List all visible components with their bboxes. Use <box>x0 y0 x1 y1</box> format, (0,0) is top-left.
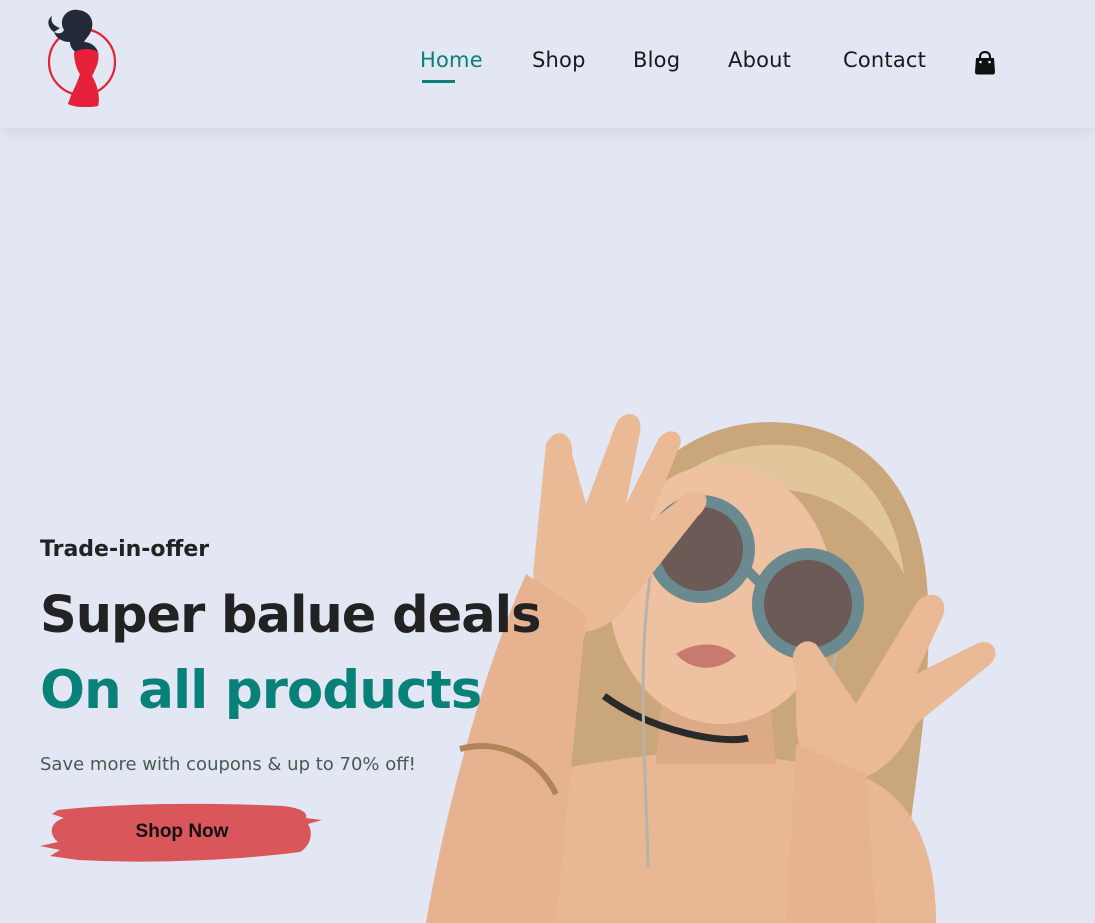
nav-about-link[interactable]: About <box>728 48 791 72</box>
nav-contact-link[interactable]: Contact <box>843 48 926 72</box>
hero-headline: Super balue deals <box>40 586 541 645</box>
nav-blog-link[interactable]: Blog <box>633 48 680 72</box>
nav-shop-link[interactable]: Shop <box>532 48 586 72</box>
hero-subtext: Save more with coupons & up to 70% off! <box>40 754 416 775</box>
nav-home-link[interactable]: Home <box>420 48 483 72</box>
page: Home Shop Blog About Contact Trade-in-of… <box>0 0 1095 923</box>
brand-logo[interactable] <box>40 6 124 112</box>
hero-model-image <box>426 414 996 923</box>
active-nav-underline <box>422 80 455 83</box>
shop-now-label: Shop Now <box>135 821 229 842</box>
hero-eyebrow: Trade-in-offer <box>40 537 210 562</box>
shop-now-button[interactable]: Shop Now <box>38 800 326 866</box>
shopping-bag-icon[interactable] <box>974 51 996 75</box>
site-header: Home Shop Blog About Contact <box>0 0 1095 128</box>
hero-headline-accent: On all products <box>40 660 482 721</box>
